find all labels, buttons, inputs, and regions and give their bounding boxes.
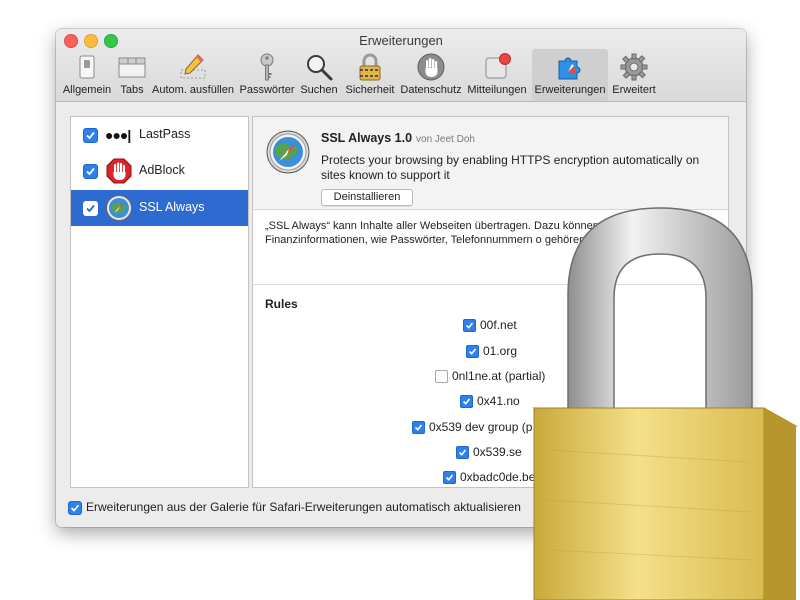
tab-tabs[interactable]: Tabs	[116, 49, 148, 101]
tab-advanced[interactable]: Erweitert	[610, 49, 658, 101]
extension-enable-checkbox[interactable]	[83, 164, 98, 179]
extension-list: ●●●| LastPass AdBlock SSL Always	[70, 116, 249, 488]
title-bar: Erweiterungen Allgemein Tabs Autom. ausf…	[56, 29, 746, 102]
rule-checkbox[interactable]	[463, 319, 476, 332]
gear-icon	[620, 53, 648, 81]
hand-icon	[417, 53, 445, 81]
rule-checkbox[interactable]	[456, 446, 469, 459]
extension-enable-checkbox[interactable]	[83, 128, 98, 143]
extension-name: AdBlock	[139, 163, 185, 177]
checkmark-icon	[70, 504, 80, 512]
tab-privacy[interactable]: Datenschutz	[400, 49, 462, 101]
extension-row-ssl-always[interactable]: SSL Always	[71, 190, 248, 226]
notification-icon	[485, 53, 511, 79]
tab-security[interactable]: Sicherheit	[342, 49, 398, 101]
padlock-icon	[532, 207, 798, 600]
tab-allgemein[interactable]: Allgemein	[60, 49, 114, 101]
switch-icon	[79, 55, 95, 79]
extension-description: Protects your browsing by enabling HTTPS…	[321, 153, 700, 182]
rules-heading: Rules	[265, 297, 298, 311]
pencil-icon	[180, 54, 206, 79]
key-icon	[260, 53, 274, 81]
checkmark-icon	[86, 204, 95, 213]
checkmark-icon	[414, 424, 423, 431]
puzzle-icon	[558, 57, 581, 80]
checkmark-icon	[468, 348, 477, 355]
tab-passwords[interactable]: Passwörter	[238, 49, 296, 101]
rule-checkbox[interactable]	[466, 345, 479, 358]
extension-author: von Jeet Doh	[416, 134, 475, 145]
tab-extensions[interactable]: Erweiterungen	[532, 49, 608, 101]
rule-checkbox[interactable]	[443, 471, 456, 484]
checkmark-icon	[86, 167, 95, 176]
window-title: Erweiterungen	[359, 33, 443, 48]
auto-update-checkbox[interactable]	[68, 501, 82, 515]
adblock-stop-icon	[106, 158, 132, 184]
checkmark-icon	[445, 474, 454, 481]
extension-enable-checkbox[interactable]	[83, 201, 98, 216]
extension-row-adblock[interactable]: AdBlock	[71, 153, 248, 189]
lock-icon	[359, 53, 381, 81]
magnifier-icon	[307, 55, 333, 81]
checkmark-icon	[458, 449, 467, 456]
tabs-icon	[118, 57, 146, 78]
checkmark-icon	[465, 322, 474, 329]
preferences-toolbar: Allgemein Tabs Autom. ausfüllen Passwört…	[56, 49, 746, 101]
lastpass-icon: ●●●|	[105, 127, 131, 143]
extension-header: SSL Always 1.0 von Jeet Doh Protects your…	[253, 117, 728, 210]
checkmark-icon	[462, 398, 471, 405]
extension-row-lastpass[interactable]: ●●●| LastPass	[71, 117, 248, 153]
tab-autofill[interactable]: Autom. ausfüllen	[150, 49, 236, 101]
tab-notifications[interactable]: Mitteilungen	[464, 49, 530, 101]
extension-title: SSL Always 1.0 von Jeet Doh	[321, 131, 475, 145]
uninstall-button[interactable]: Deinstallieren	[321, 189, 413, 206]
ssl-always-compass-icon	[106, 195, 132, 221]
tab-search[interactable]: Suchen	[298, 49, 340, 101]
ssl-always-compass-icon	[266, 130, 310, 174]
extension-name: LastPass	[139, 127, 191, 141]
checkmark-icon	[86, 131, 95, 140]
rule-checkbox[interactable]	[435, 370, 448, 383]
rule-checkbox[interactable]	[460, 395, 473, 408]
extension-name: SSL Always	[139, 200, 205, 214]
rule-checkbox[interactable]	[412, 421, 425, 434]
